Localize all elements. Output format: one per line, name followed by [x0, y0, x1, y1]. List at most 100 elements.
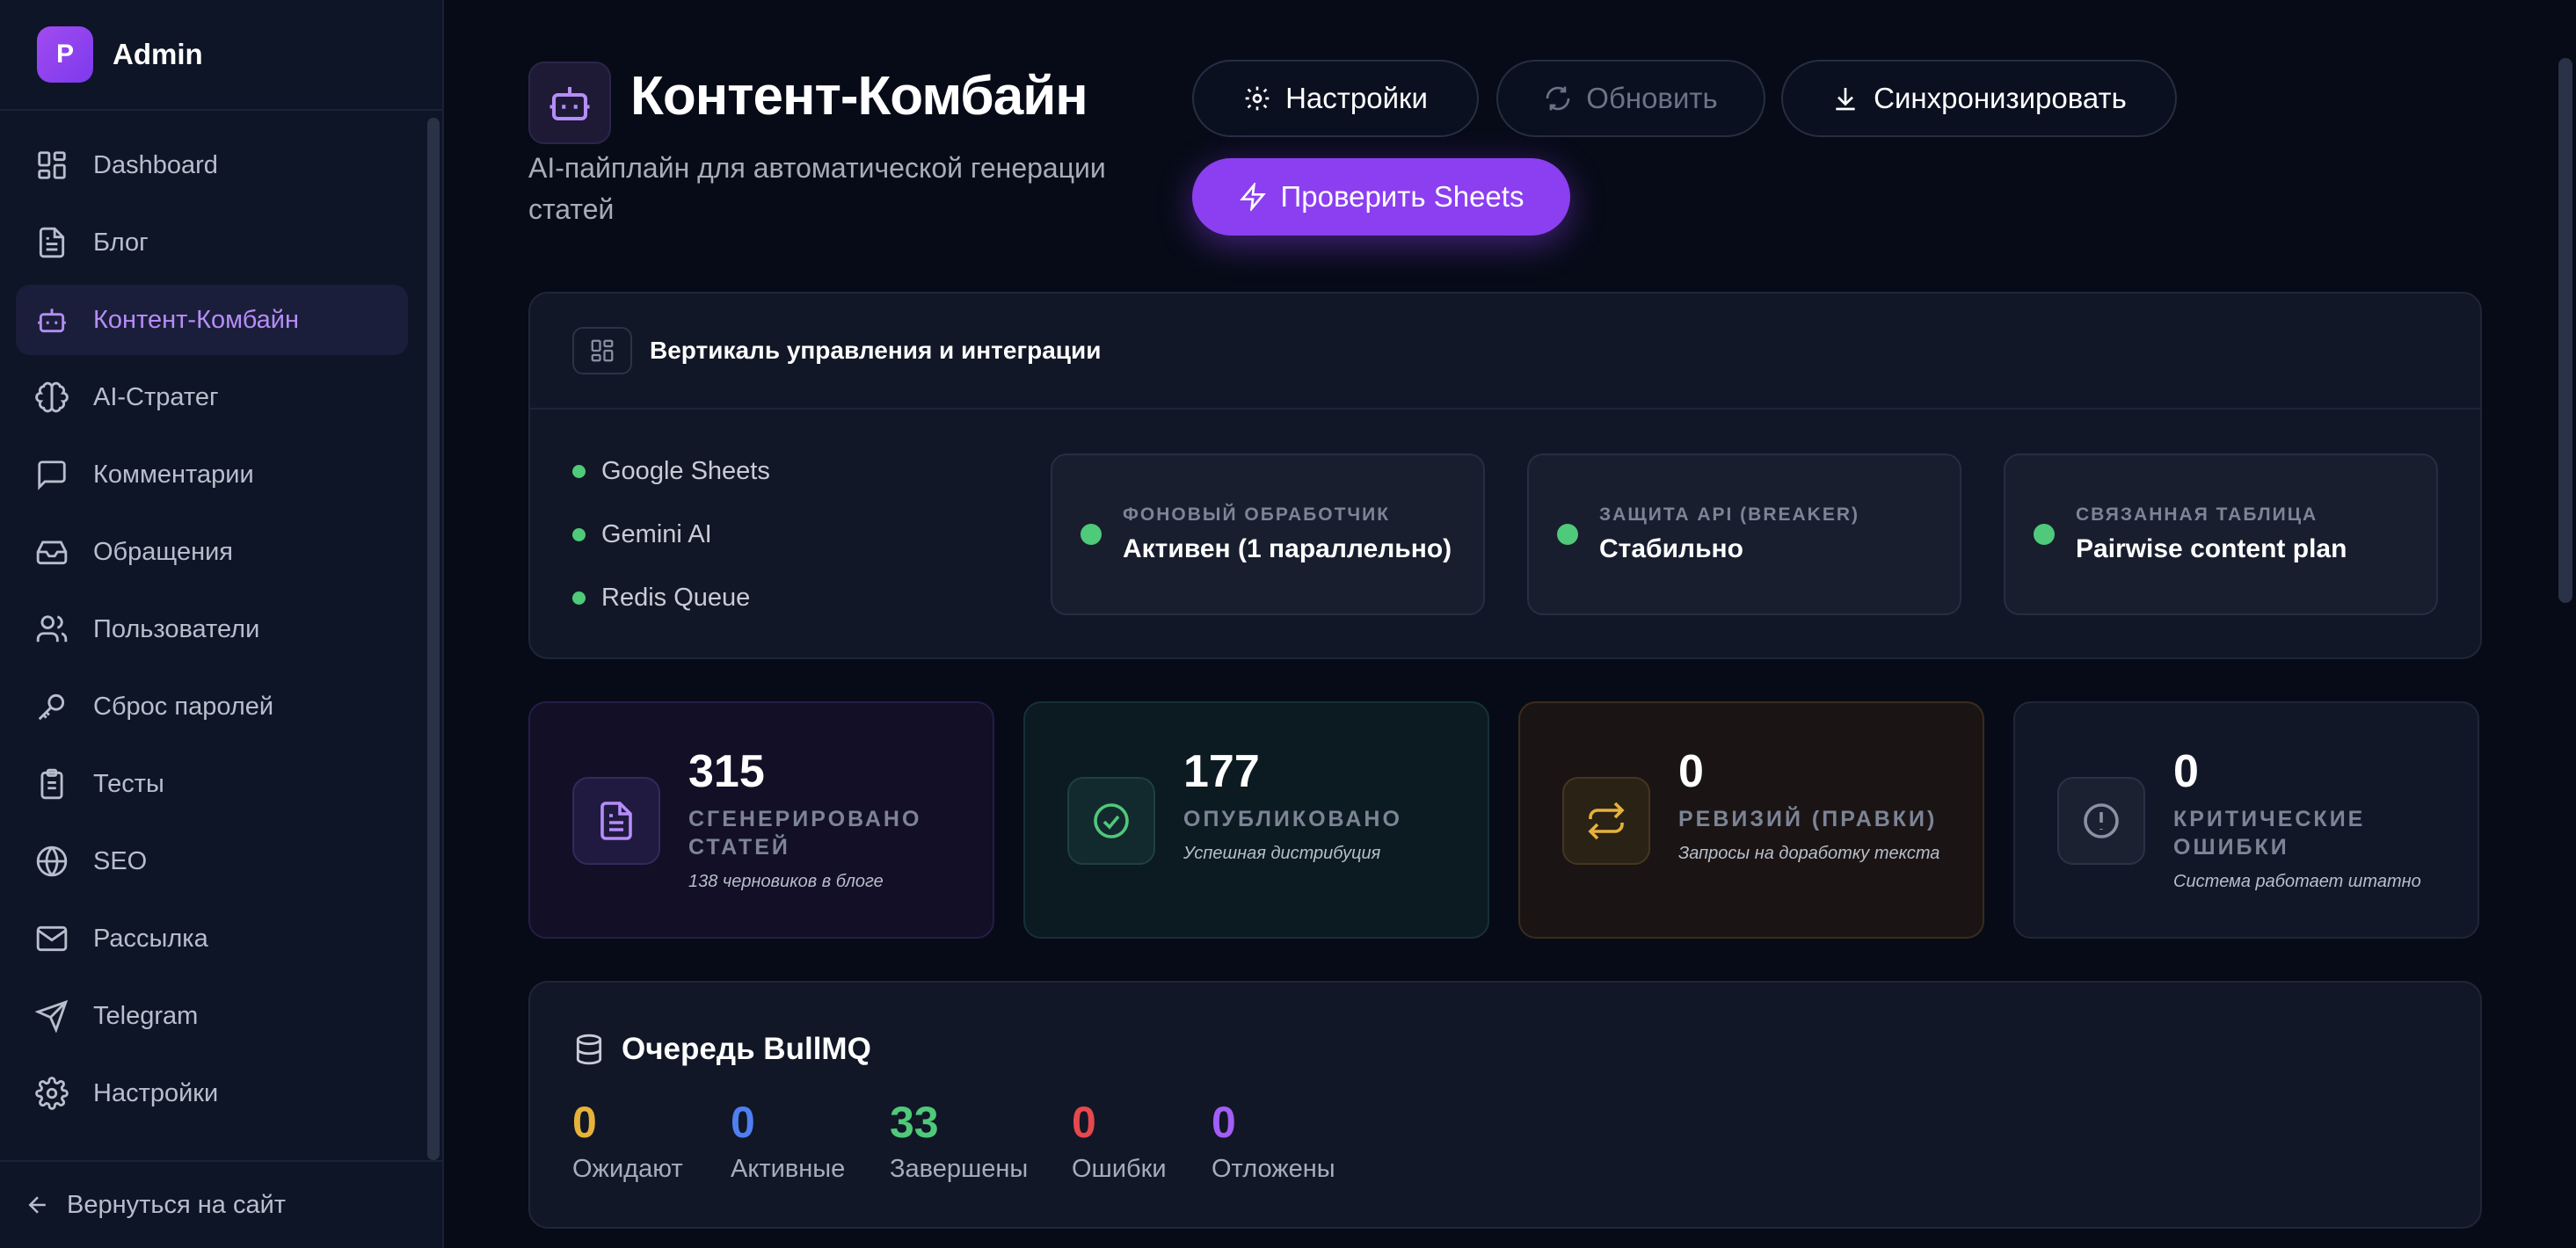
sidebar-item-label: AI-Стратег [93, 382, 219, 411]
stat-value: 315 [688, 746, 765, 797]
swap-icon [1588, 802, 1625, 840]
sidebar-item-tests[interactable]: Тесты [16, 749, 408, 819]
robot-icon [38, 308, 66, 333]
stat-icon [572, 777, 660, 865]
sidebar-item-newsletter[interactable]: Рассылка [16, 903, 408, 974]
settings-button-label: Настройки [1285, 82, 1428, 114]
status-dot [1081, 524, 1102, 545]
sidebar-item-label: Комментарии [93, 460, 254, 489]
sync-button[interactable]: Синхронизировать [1781, 60, 2177, 137]
stat-label: КРИТИЧЕСКИЕ ОШИБКИ [2173, 807, 2366, 860]
sidebar-nav: Dashboard Блог Контент-Комбайн AI-Страте… [16, 130, 408, 1136]
sidebar-item-blog[interactable]: Блог [16, 207, 408, 278]
stat-value: 0 [1678, 746, 1704, 797]
inbox-icon [36, 541, 68, 565]
queue-label: Ожидают [572, 1155, 683, 1183]
sidebar-item-users[interactable]: Пользователи [16, 594, 408, 664]
stat-subtext: Запросы на доработку текста [1678, 844, 1940, 863]
sidebar-item-password-reset[interactable]: Сброс паролей [16, 671, 408, 742]
robot-icon [549, 87, 590, 121]
check-sheets-button[interactable]: Проверить Sheets [1192, 158, 1570, 236]
queue-stat-delayed: 0 Отложены [1212, 1097, 1335, 1184]
message-icon [38, 461, 66, 490]
stat-card-published: 177 ОПУБЛИКОВАНО Успешная дистрибуция [1023, 701, 1489, 939]
status-api-breaker: ЗАЩИТА API (BREAKER) Стабильно [1527, 453, 1961, 615]
queue-stat-active: 0 Активные [731, 1097, 845, 1184]
sidebar-item-telegram[interactable]: Telegram [16, 981, 408, 1051]
service-label: Google Sheets [601, 457, 770, 485]
sidebar-item-label: Telegram [93, 1001, 199, 1030]
sidebar-item-ai-strategist[interactable]: AI-Стратег [16, 362, 408, 432]
stat-card-generated: 315 СГЕНЕРИРОВАНО СТАТЕЙ 138 черновиков … [528, 701, 994, 939]
globe-icon [36, 845, 68, 877]
sidebar-item-content-combine[interactable]: Контент-Комбайн [16, 285, 408, 355]
stat-label: РЕВИЗИЙ (ПРАВКИ) [1678, 807, 1938, 831]
settings-button[interactable]: Настройки [1192, 60, 1479, 137]
arrow-left-icon [28, 1196, 46, 1214]
status-dot [1557, 524, 1578, 545]
status-label: ЗАЩИТА API (BREAKER) [1599, 504, 1859, 525]
sidebar-item-settings[interactable]: Настройки [16, 1058, 408, 1128]
status-value: Стабильно [1599, 534, 1743, 563]
refresh-icon [1546, 86, 1570, 111]
queue-stat-errors: 0 Ошибки [1072, 1097, 1167, 1184]
service-google-sheets: Google Sheets [572, 457, 770, 486]
brand-logo: P [37, 26, 93, 83]
sidebar-item-label: Тесты [93, 769, 164, 798]
integrations-card: Вертикаль управления и интеграции Google… [528, 292, 2482, 659]
lightning-icon [1239, 183, 1266, 211]
stat-subtext: Система работает штатно [2173, 872, 2421, 891]
page-scrollbar[interactable] [2558, 58, 2572, 603]
database-icon [576, 1034, 602, 1065]
queue-label: Активные [731, 1155, 846, 1183]
stat-value: 177 [1183, 746, 1260, 797]
sidebar-item-comments[interactable]: Комментарии [16, 439, 408, 510]
sidebar-item-requests[interactable]: Обращения [16, 517, 408, 587]
service-label: Gemini AI [601, 520, 712, 548]
sidebar-item-dashboard[interactable]: Dashboard [16, 130, 408, 200]
gear-icon [1245, 86, 1270, 111]
queue-label: Ошибки [1072, 1155, 1167, 1183]
stat-label: СГЕНЕРИРОВАНО СТАТЕЙ [688, 807, 922, 860]
brand[interactable]: P Admin [0, 0, 442, 111]
status-label: ФОНОВЫЙ ОБРАБОТЧИК [1123, 504, 1391, 525]
queue-title: Очередь BullMQ [572, 1032, 871, 1067]
refresh-button[interactable]: Обновить [1496, 60, 1765, 137]
stat-icon [1562, 777, 1650, 865]
status-linked-table: СВЯЗАННАЯ ТАБЛИЦА Pairwise content plan [2004, 453, 2438, 615]
sidebar-scrollbar-thumb[interactable] [427, 118, 440, 1160]
status-value: Pairwise content plan [2076, 534, 2347, 563]
status-label: СВЯЗАННАЯ ТАБЛИЦА [2076, 504, 2318, 525]
queue-value: 0 [731, 1098, 755, 1147]
document-icon [600, 802, 632, 840]
grid-icon [591, 339, 614, 362]
back-to-site-link[interactable]: Вернуться на сайт [0, 1160, 444, 1248]
queue-value: 0 [1072, 1098, 1096, 1147]
status-background-worker: ФОНОВЫЙ ОБРАБОТЧИК Активен (1 параллельн… [1051, 453, 1485, 615]
queue-label: Отложены [1212, 1155, 1335, 1183]
sidebar-item-seo[interactable]: SEO [16, 826, 408, 896]
stat-icon [1067, 777, 1155, 865]
queue-stat-completed: 33 Завершены [890, 1097, 1028, 1184]
brain-icon [35, 381, 69, 413]
service-gemini-ai: Gemini AI [572, 520, 712, 549]
status-dot [2034, 524, 2055, 545]
queue-value: 0 [1212, 1098, 1236, 1147]
download-icon [1836, 88, 1855, 111]
sidebar-scrollbar[interactable] [427, 118, 440, 1160]
service-label: Redis Queue [601, 584, 751, 612]
status-dot [572, 528, 586, 541]
sidebar-item-label: Сброс паролей [93, 692, 274, 721]
refresh-button-label: Обновить [1586, 82, 1718, 114]
sidebar-item-label: Настройки [93, 1078, 219, 1107]
sync-button-label: Синхронизировать [1874, 82, 2127, 114]
clipboard-icon [40, 768, 63, 800]
queue-value: 33 [890, 1098, 939, 1147]
send-icon [35, 999, 69, 1033]
back-to-site-label: Вернуться на сайт [67, 1190, 287, 1219]
sidebar-item-label: Dashboard [93, 150, 218, 179]
gear-icon [35, 1077, 69, 1110]
sidebar: P Admin Dashboard Блог Контент-Комбайн A… [0, 0, 444, 1248]
brand-name: Admin [113, 38, 203, 70]
alert-circle-icon [2084, 803, 2119, 838]
